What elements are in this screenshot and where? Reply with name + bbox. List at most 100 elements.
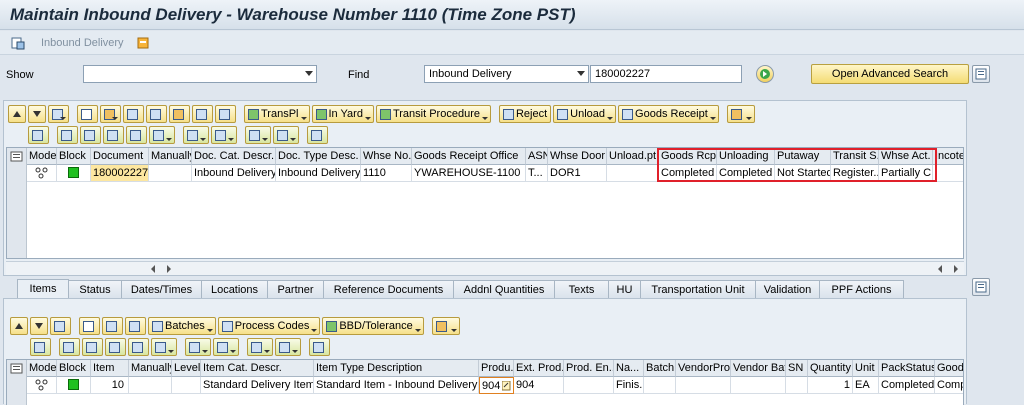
collapse-down-button[interactable] [28,105,46,123]
process-codes-button[interactable]: Process Codes [217,317,321,335]
search-input[interactable]: 180002227 [590,65,742,83]
list-button[interactable] [726,105,755,123]
sort-ascending-button[interactable] [57,126,78,144]
refresh-button[interactable] [192,105,213,123]
items-col-batch[interactable]: Batch [644,360,676,377]
tab-hu[interactable]: HU [608,280,641,299]
bbd-tolerance-button[interactable]: BBD/Tolerance [322,317,424,335]
items-split-button[interactable] [125,317,146,335]
settings-icon[interactable] [972,65,990,83]
col-whse-door[interactable]: Whse Door [548,148,607,165]
col-manually[interactable]: Manually [149,148,192,165]
items-col-level[interactable]: Level [172,360,201,377]
tab-locations[interactable]: Locations [201,280,268,299]
tab-settings-icon[interactable] [972,278,990,296]
items-col-item-type-description[interactable]: Item Type Description [314,360,479,377]
items-layout-select-button[interactable] [275,338,301,356]
items-list-button[interactable] [431,317,460,335]
items-delete-button[interactable] [102,317,123,335]
col-block[interactable]: Block [57,148,91,165]
items-filter-button[interactable] [151,338,177,356]
items-col-vendor-bat[interactable]: Vendor Bat [731,360,786,377]
items-col-goods[interactable]: Goods [935,360,963,377]
tab-status[interactable]: Status [68,280,122,299]
display-change-icon[interactable] [11,36,25,50]
items-sort-ascending-button[interactable] [59,338,80,356]
items-col-vendor-prod[interactable]: VendorProd [676,360,731,377]
show-dropdown[interactable] [83,65,317,83]
save-button[interactable] [215,105,236,123]
items-col-item-cat-descr[interactable]: Item Cat. Descr. [201,360,314,377]
items-sort-descending-button[interactable] [82,338,103,356]
export-button[interactable] [245,126,271,144]
unload-button[interactable]: Unload [553,105,617,123]
tab-transportation-unit[interactable]: Transportation Unit [640,280,756,299]
col-asn[interactable]: ASN [526,148,548,165]
object-icon[interactable] [136,36,150,50]
subtotal-button[interactable] [211,126,237,144]
items-col-quantity[interactable]: Quantity [808,360,853,377]
items-col-unit[interactable]: Unit [853,360,879,377]
sort-descending-button[interactable] [80,126,101,144]
tab-reference-documents[interactable]: Reference Documents [323,280,454,299]
details-button[interactable] [28,126,49,144]
hierarchy-button[interactable] [123,105,144,123]
header-horizontal-scrollbar[interactable] [6,261,964,275]
tab-ppf-actions[interactable]: PPF Actions [819,280,904,299]
items-col-ext-prod[interactable]: Ext. Prod. [514,360,564,377]
col-whse-no[interactable]: Whse No. [361,148,412,165]
edit-button[interactable] [100,105,121,123]
find-next-button[interactable] [126,126,147,144]
find-dropdown[interactable]: Inbound Delivery [424,65,589,83]
create-button[interactable] [77,105,98,123]
items-details-button[interactable] [30,338,51,356]
tab-validation[interactable]: Validation [755,280,820,299]
cell-document[interactable]: 180002227 [91,165,149,182]
tab-items[interactable]: Items [17,279,69,299]
col-gr-office[interactable]: Goods Receipt Office [412,148,526,165]
items-subtotal-button[interactable] [213,338,239,356]
layout-select-button[interactable] [273,126,299,144]
cell-mode[interactable] [27,165,57,182]
delete-button[interactable] [146,105,167,123]
find-button[interactable] [103,126,124,144]
lock-button[interactable] [169,105,190,123]
tab-texts[interactable]: Texts [554,280,609,299]
reject-button[interactable]: Reject [498,105,552,123]
sum-button[interactable] [183,126,209,144]
open-advanced-search-button[interactable]: Open Advanced Search [811,64,969,84]
col-incoterms[interactable]: Incoter [933,148,963,165]
col-document[interactable]: Document [91,148,149,165]
batches-button[interactable]: Batches [148,317,216,335]
layout-button[interactable] [48,105,69,123]
col-doc-cat-descr[interactable]: Doc. Cat. Descr. [192,148,276,165]
row-selector-column[interactable] [7,148,27,258]
items-collapse-up-button[interactable] [10,317,28,335]
items-col-sn[interactable]: SN [786,360,808,377]
items-col-mode[interactable]: Mode [27,360,57,377]
goods-receipt-button[interactable]: Goods Receipt [618,105,719,123]
items-col-prod-en[interactable]: Prod. En... [564,360,614,377]
items-info-button[interactable] [309,338,330,356]
tab-partner[interactable]: Partner [267,280,324,299]
items-layout-button[interactable] [50,317,71,335]
items-col-block[interactable]: Block [57,360,91,377]
items-col-product[interactable]: Produ... [479,360,514,377]
items-col-item[interactable]: Item [91,360,129,377]
col-mode[interactable]: Mode [27,148,57,165]
execute-search-button[interactable] [756,65,774,83]
items-export-button[interactable] [247,338,273,356]
items-cell-mode[interactable] [27,377,57,394]
items-row-selector-column[interactable] [7,360,27,405]
items-col-na[interactable]: Na... [614,360,644,377]
col-unload-pt[interactable]: Unload.pt. [607,148,659,165]
transpl-button[interactable]: TransPl [244,105,310,123]
col-doc-type-desc[interactable]: Doc. Type Desc. [276,148,361,165]
info-button[interactable] [307,126,328,144]
items-col-manually[interactable]: Manually [129,360,172,377]
items-sum-button[interactable] [185,338,211,356]
collapse-up-button[interactable] [8,105,26,123]
transit-procedure-button[interactable]: Transit Procedure [375,105,491,123]
tab-addnl-quantities[interactable]: Addnl Quantities [453,280,555,299]
items-find-button[interactable] [105,338,126,356]
